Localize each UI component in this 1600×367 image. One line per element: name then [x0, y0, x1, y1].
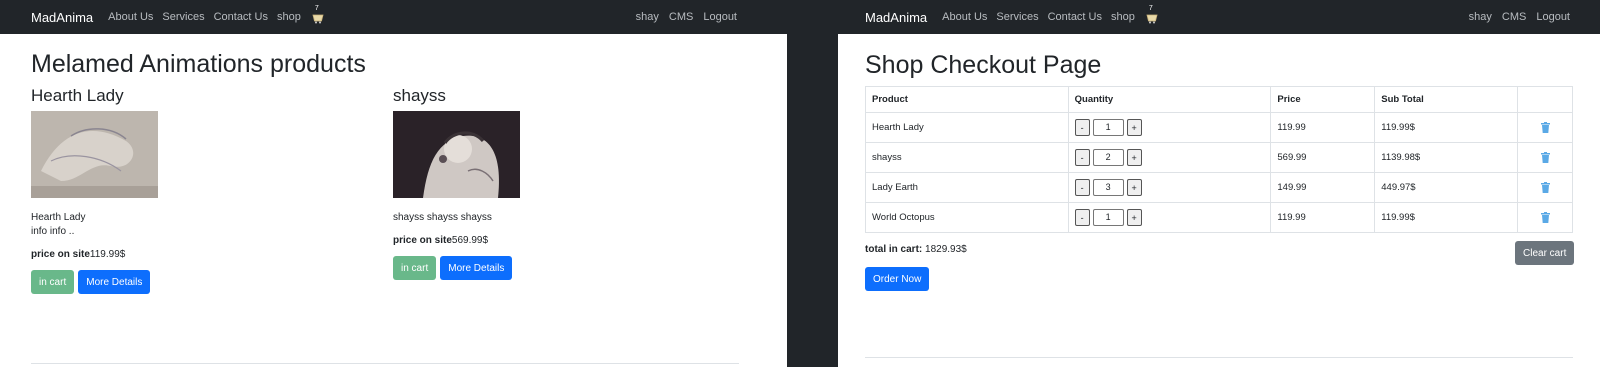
- product-price: 569.99$: [451, 235, 489, 246]
- cell-product: World Octopus: [865, 202, 1069, 233]
- cell-price: 569.99: [1270, 142, 1376, 173]
- nav-logout[interactable]: Logout: [1536, 11, 1570, 23]
- cell-product: Lady Earth: [865, 172, 1069, 203]
- cart-icon[interactable]: 7: [312, 5, 324, 24]
- nav-user[interactable]: shay: [1469, 11, 1492, 23]
- nav-about[interactable]: About Us: [942, 11, 987, 23]
- cell-subtotal: 119.99$: [1374, 112, 1519, 143]
- quantity-input[interactable]: 3: [1092, 179, 1124, 196]
- increase-button[interactable]: +: [1126, 119, 1142, 136]
- trash-icon[interactable]: [1540, 212, 1550, 223]
- quantity-input[interactable]: 2: [1092, 149, 1124, 166]
- table-row: Lady Earth - 3 + 149.99 449.97$: [865, 172, 1573, 203]
- nav-shop[interactable]: shop: [1111, 11, 1135, 23]
- cart-count: 7: [1148, 5, 1153, 12]
- product-price: 119.99$: [89, 249, 126, 260]
- cell-subtotal: 449.97$: [1374, 172, 1519, 203]
- cart-icon[interactable]: 7: [1146, 5, 1158, 24]
- quantity-input[interactable]: 1: [1092, 119, 1124, 136]
- cell-quantity: - 1 +: [1067, 202, 1272, 233]
- page-title: Shop Checkout Page: [865, 51, 1102, 79]
- quantity-input[interactable]: 1: [1092, 209, 1124, 226]
- product-card: shayss shayss shayss shayss price on sit…: [393, 86, 693, 280]
- trash-icon[interactable]: [1540, 182, 1550, 193]
- page-title: Melamed Animations products: [31, 50, 366, 78]
- cart-total: total in cart: 1829.93$: [865, 244, 967, 255]
- increase-button[interactable]: +: [1126, 179, 1142, 196]
- cell-quantity: - 1 +: [1067, 112, 1272, 143]
- column-header-price: Price: [1270, 86, 1376, 113]
- total-value: 1829.93$: [925, 244, 967, 255]
- nav-cms[interactable]: CMS: [669, 11, 693, 23]
- cell-quantity: - 2 +: [1067, 142, 1272, 173]
- decrease-button[interactable]: -: [1074, 179, 1090, 196]
- cell-product: shayss: [865, 142, 1069, 173]
- nav-services[interactable]: Services: [996, 11, 1038, 23]
- increase-button[interactable]: +: [1126, 149, 1142, 166]
- trash-icon[interactable]: [1540, 122, 1550, 133]
- cart-table: Product Quantity Price Sub Total Hearth …: [865, 86, 1573, 233]
- in-cart-button[interactable]: in cart: [393, 256, 437, 280]
- decrease-button[interactable]: -: [1074, 119, 1090, 136]
- more-details-button[interactable]: More Details: [440, 256, 513, 280]
- total-label: total in cart:: [865, 244, 923, 255]
- column-header-quantity: Quantity: [1067, 86, 1272, 113]
- table-header-row: Product Quantity Price Sub Total: [865, 86, 1573, 113]
- cell-price: 149.99: [1270, 172, 1376, 203]
- more-details-button[interactable]: More Details: [78, 270, 151, 294]
- clear-cart-button[interactable]: Clear cart: [1515, 241, 1575, 265]
- nav-services[interactable]: Services: [162, 11, 204, 23]
- trash-icon[interactable]: [1540, 152, 1550, 163]
- table-row: shayss - 2 + 569.99 1139.98$: [865, 142, 1573, 173]
- nav-shop[interactable]: shop: [277, 11, 301, 23]
- nav-logout[interactable]: Logout: [703, 11, 737, 23]
- cell-actions: [1517, 202, 1573, 233]
- product-image[interactable]: [393, 111, 520, 198]
- product-name: Hearth Lady: [31, 86, 124, 105]
- cell-subtotal: 1139.98$: [1374, 142, 1519, 173]
- nav-about[interactable]: About Us: [108, 11, 153, 23]
- divider: [865, 357, 1573, 358]
- order-now-button[interactable]: Order Now: [865, 267, 930, 291]
- brand-link[interactable]: MadAnima: [865, 10, 927, 25]
- cell-price: 119.99: [1270, 112, 1376, 143]
- increase-button[interactable]: +: [1126, 209, 1142, 226]
- navbar: MadAnima About Us Services Contact Us sh…: [0, 0, 787, 34]
- product-description: Hearth Lady info info ..: [31, 212, 86, 237]
- column-header-product: Product: [865, 86, 1069, 113]
- cell-actions: [1517, 172, 1573, 203]
- cart-count: 7: [314, 5, 319, 12]
- in-cart-button[interactable]: in cart: [31, 270, 75, 294]
- cell-product: Hearth Lady: [865, 112, 1069, 143]
- nav-user[interactable]: shay: [636, 11, 659, 23]
- cell-actions: [1517, 112, 1573, 143]
- product-price-line: price on site119.99$: [31, 249, 331, 260]
- column-header-subtotal: Sub Total: [1374, 86, 1519, 113]
- brand-link[interactable]: MadAnima: [31, 10, 93, 25]
- nav-cms[interactable]: CMS: [1502, 11, 1526, 23]
- cell-actions: [1517, 142, 1573, 173]
- table-row: Hearth Lady - 1 + 119.99 119.99$: [865, 112, 1573, 143]
- navbar: MadAnima About Us Services Contact Us sh…: [838, 0, 1600, 34]
- decrease-button[interactable]: -: [1074, 149, 1090, 166]
- products-window: MadAnima About Us Services Contact Us sh…: [0, 0, 787, 367]
- product-card: Hearth Lady Hearth Lady info info .. pri…: [31, 86, 331, 294]
- product-image[interactable]: [31, 111, 158, 198]
- divider: [31, 363, 739, 364]
- cell-quantity: - 3 +: [1067, 172, 1272, 203]
- product-name: shayss: [393, 86, 446, 105]
- price-label: price on site: [31, 249, 90, 260]
- checkout-window: MadAnima About Us Services Contact Us sh…: [838, 0, 1600, 367]
- table-row: World Octopus - 1 + 119.99 119.99$: [865, 202, 1573, 233]
- column-header-actions: [1517, 86, 1573, 113]
- cell-price: 119.99: [1270, 202, 1376, 233]
- cell-subtotal: 119.99$: [1374, 202, 1519, 233]
- product-description: shayss shayss shayss: [393, 212, 492, 223]
- product-price-line: price on site569.99$: [393, 235, 693, 246]
- price-label: price on site: [393, 235, 452, 246]
- decrease-button[interactable]: -: [1074, 209, 1090, 226]
- nav-contact[interactable]: Contact Us: [1048, 11, 1102, 23]
- nav-contact[interactable]: Contact Us: [214, 11, 268, 23]
